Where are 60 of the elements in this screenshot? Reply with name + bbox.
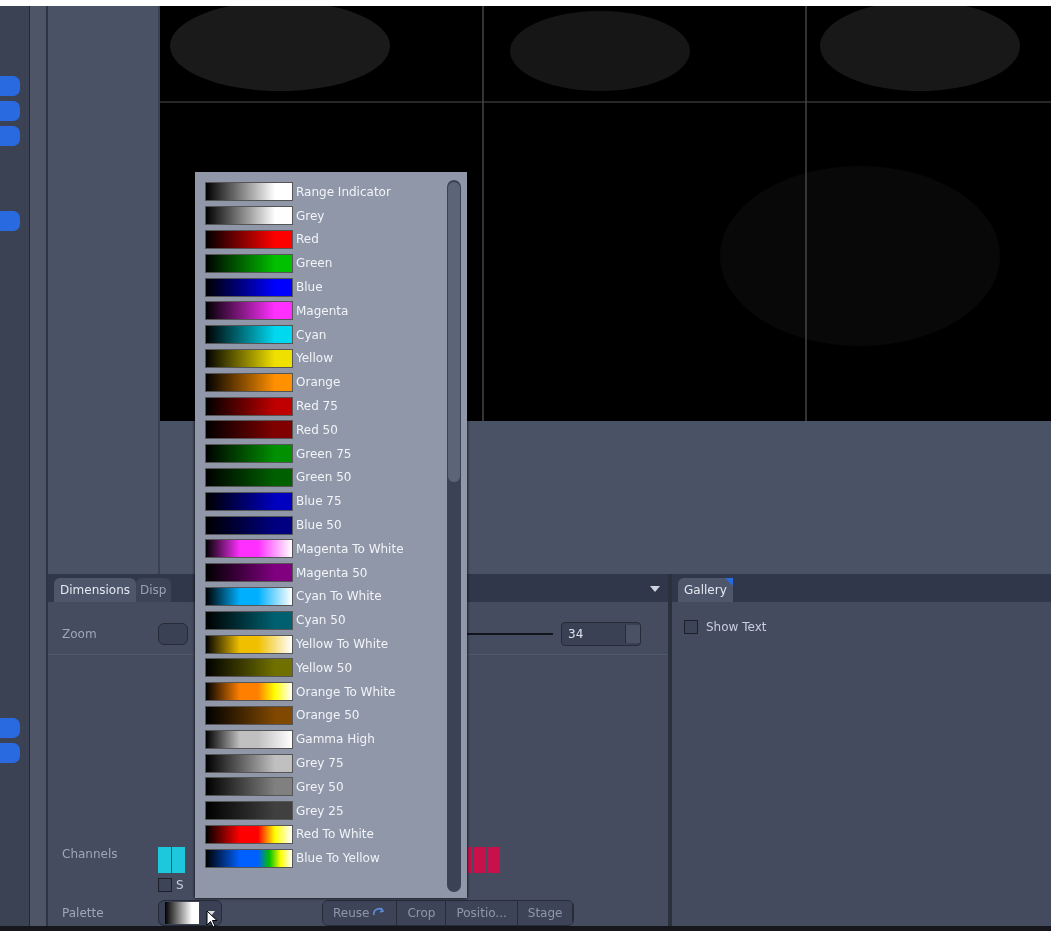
palette-label: Palette xyxy=(62,906,105,920)
palette-option[interactable]: Cyan To White xyxy=(205,584,447,609)
toolbar-button[interactable]: Reuse xyxy=(323,901,398,925)
panel-tab[interactable]: Disp xyxy=(136,578,171,602)
section-toggle-icon[interactable] xyxy=(0,211,20,231)
palette-option[interactable]: Range Indicator xyxy=(205,180,447,204)
palette-option[interactable]: Grey 25 xyxy=(205,798,447,823)
checkbox[interactable] xyxy=(158,878,172,892)
palette-option[interactable]: Magenta xyxy=(205,299,447,323)
palette-option[interactable]: Green 75 xyxy=(205,441,447,466)
mouse-pointer-icon xyxy=(206,910,218,928)
palette-option[interactable]: Orange 50 xyxy=(205,703,447,728)
channel-swatch[interactable] xyxy=(158,847,171,873)
palette-option[interactable]: Blue 50 xyxy=(205,513,447,537)
palette-option[interactable]: Green 50 xyxy=(205,465,447,490)
palette-option[interactable]: Red 50 xyxy=(205,417,447,442)
palette-option[interactable]: Green xyxy=(205,251,447,276)
toolbar-button[interactable]: Positio... xyxy=(446,901,518,925)
dropdown-caret-icon[interactable] xyxy=(650,586,660,592)
scrollbar[interactable] xyxy=(447,180,461,892)
palette-option[interactable]: Orange xyxy=(205,370,447,395)
palette-option[interactable]: Orange To White xyxy=(205,679,447,704)
palette-option[interactable]: Cyan 50 xyxy=(205,608,447,633)
palette-option[interactable]: Blue To Yellow xyxy=(205,846,447,871)
section-toggle-icon[interactable] xyxy=(0,76,20,96)
toolbar-button[interactable]: Stage xyxy=(517,901,574,925)
channel-swatch[interactable] xyxy=(487,847,500,873)
zoom-label: Zoom xyxy=(62,627,98,641)
zoom-field[interactable]: 34 xyxy=(561,622,641,646)
palette-option[interactable]: Cyan xyxy=(205,322,447,347)
splitter-handle[interactable] xyxy=(30,6,48,926)
panel-tab[interactable]: Gallery xyxy=(678,578,733,602)
palette-option[interactable]: Yellow 50 xyxy=(205,655,447,680)
section-toggle-icon[interactable] xyxy=(0,718,20,738)
palette-option[interactable]: Grey 50 xyxy=(205,774,447,799)
palette-option[interactable]: Gamma High xyxy=(205,727,447,752)
checkbox[interactable] xyxy=(684,620,698,634)
palette-option[interactable]: Yellow To White xyxy=(205,632,447,656)
section-toggle-icon[interactable] xyxy=(0,101,20,121)
channel-swatch[interactable] xyxy=(473,847,486,873)
palette-option[interactable]: Grey 75 xyxy=(205,751,447,775)
channel-swatch[interactable] xyxy=(172,847,185,873)
palette-option[interactable]: Yellow xyxy=(205,346,447,371)
section-toggle-icon[interactable] xyxy=(0,743,20,763)
palette-option[interactable]: Blue xyxy=(205,275,447,299)
panel-tab[interactable]: Dimensions xyxy=(54,578,137,602)
toolbar-button[interactable]: Crop xyxy=(397,901,447,925)
zoom-out-button[interactable] xyxy=(158,623,188,645)
palette-option[interactable]: Red To White xyxy=(205,822,447,847)
palette-option[interactable]: Red xyxy=(205,227,447,252)
palette-dropdown[interactable] xyxy=(158,900,222,926)
palette-option[interactable]: Grey xyxy=(205,203,447,228)
checkbox-label: Show Text xyxy=(706,620,767,634)
channels-label: Channels xyxy=(62,847,119,861)
palette-option[interactable]: Magenta To White xyxy=(205,536,447,561)
palette-option[interactable]: Red 75 xyxy=(205,394,447,418)
palette-option[interactable]: Blue 75 xyxy=(205,489,447,514)
section-toggle-icon[interactable] xyxy=(0,126,20,146)
palette-option[interactable]: Magenta 50 xyxy=(205,560,447,585)
checkbox-label: S xyxy=(176,878,184,892)
